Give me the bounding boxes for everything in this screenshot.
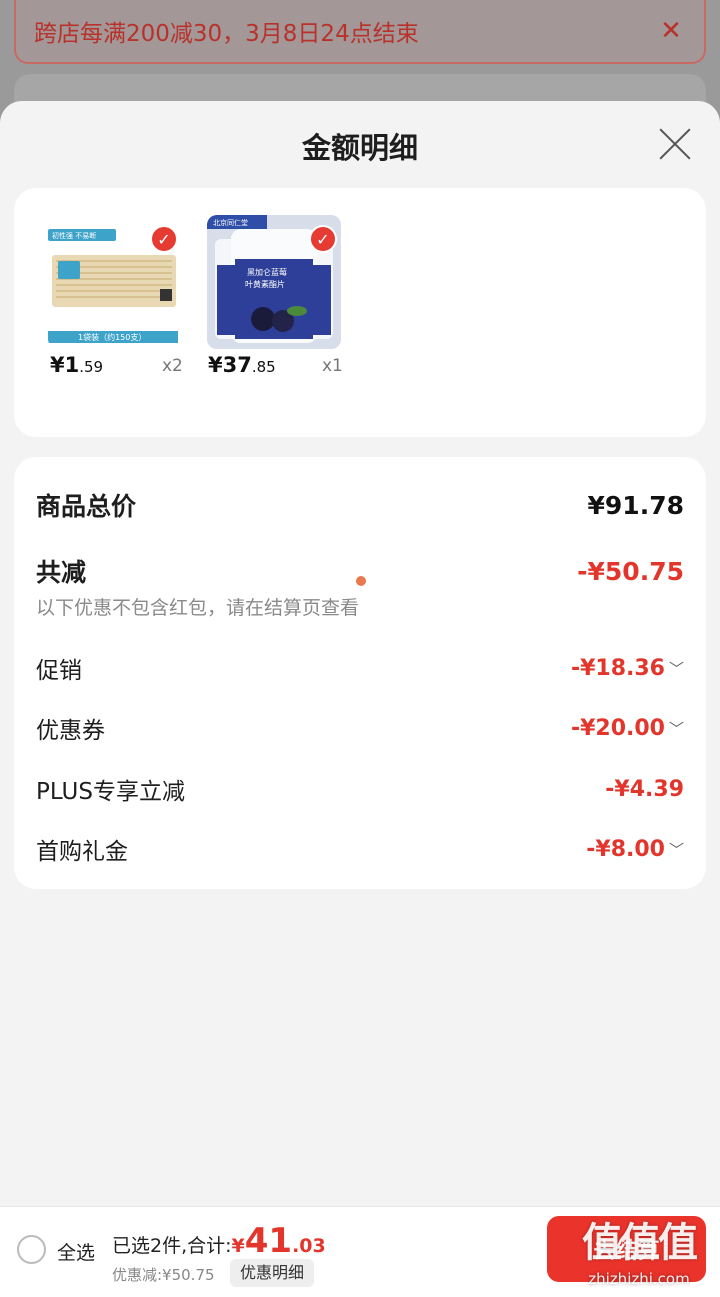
discount-label: 优惠券: [36, 718, 105, 744]
amount-detail-sheet: 金额明细 初性强 不易断 1袋装（约150支） ✓ ¥1.59 x2 北京同仁堂…: [0, 101, 720, 1297]
product-price: ¥1.59: [50, 353, 104, 377]
svg-text:1袋装（约150支）: 1袋装（约150支）: [78, 332, 146, 342]
product-item[interactable]: 北京同仁堂 黑加仑蓝莓 叶黄素酯片 ✓: [207, 215, 347, 349]
discount-label: 首购礼金: [36, 839, 128, 865]
discount-summary: 优惠减:¥50.75: [112, 1266, 215, 1284]
svg-text:初性强 不易断: 初性强 不易断: [52, 231, 96, 240]
sum-currency: ¥: [231, 1235, 245, 1257]
checkmark-icon: ✓: [150, 225, 178, 253]
checkmark-icon: ✓: [309, 225, 337, 253]
total-price-value: ¥91.78: [587, 490, 684, 520]
sum-label: 已选2件,合计:: [112, 1235, 232, 1257]
svg-text:北京同仁堂: 北京同仁堂: [213, 218, 248, 227]
product-image-supplement[interactable]: 北京同仁堂 黑加仑蓝莓 叶黄素酯片 ✓: [207, 215, 341, 349]
discount-label: PLUS专享立减: [36, 779, 185, 805]
product-price: ¥37.85: [208, 353, 276, 377]
select-all-radio[interactable]: [17, 1235, 46, 1264]
product-list: 初性强 不易断 1袋装（约150支） ✓ ¥1.59 x2 北京同仁堂 黑加仑蓝…: [14, 188, 706, 437]
chevron-down-icon: ﹀: [668, 659, 684, 678]
discount-row-plus: PLUS专享立减 -¥4.39: [36, 772, 684, 806]
checkout-button[interactable]: 去结算: [547, 1216, 706, 1282]
loading-dot: [356, 576, 366, 586]
sum-integer: 41: [244, 1221, 293, 1261]
sum-line: 已选2件,合计: ¥ 41 .03: [112, 1221, 326, 1261]
svg-text:黑加仑蓝莓: 黑加仑蓝莓: [247, 267, 287, 277]
checkout-bar: 全选 已选2件,合计: ¥ 41 .03 优惠减:¥50.75 优惠明细 去结算: [0, 1206, 720, 1297]
select-all-label[interactable]: 全选: [57, 1238, 95, 1265]
product-item[interactable]: 初性强 不易断 1袋装（约150支） ✓: [48, 215, 188, 349]
sum-decimal: .03: [292, 1235, 326, 1257]
discount-row-promotion[interactable]: 促销 -¥18.36 ﹀: [36, 651, 684, 685]
discount-detail-button[interactable]: 优惠明细: [230, 1259, 315, 1287]
total-reduction-label: 共减: [36, 558, 87, 587]
product-image-toothpick[interactable]: 初性强 不易断 1袋装（约150支） ✓: [48, 215, 182, 349]
discount-note: 以下优惠不包含红包，请在结算页查看: [36, 597, 360, 619]
discount-value: -¥18.36 ﹀: [570, 655, 684, 681]
product-quantity: x2: [162, 356, 183, 376]
promo-banner-text: 跨店每满200减30，3月8日24点结束: [34, 21, 419, 47]
discount-value: -¥20.00 ﹀: [570, 715, 684, 741]
total-reduction-value: -¥50.75: [577, 556, 684, 586]
amount-detail-card: 商品总价 ¥91.78 共减 -¥50.75 以下优惠不包含红包，请在结算页查看…: [14, 457, 706, 889]
chevron-down-icon: ﹀: [668, 719, 684, 738]
chevron-down-icon: ﹀: [668, 840, 684, 859]
sheet-title: 金额明细: [301, 131, 418, 165]
product-quantity: x1: [322, 356, 343, 376]
discount-label: 促销: [36, 658, 82, 684]
total-price-label: 商品总价: [36, 492, 137, 521]
promo-banner: 跨店每满200减30，3月8日24点结束 ✕: [14, 0, 706, 64]
discount-row-first-purchase[interactable]: 首购礼金 -¥8.00 ﹀: [36, 832, 684, 866]
discount-value: -¥4.39: [605, 776, 684, 802]
total-price-row: 商品总价 ¥91.78: [36, 487, 684, 523]
close-icon[interactable]: [656, 125, 694, 163]
close-icon[interactable]: ✕: [656, 16, 686, 46]
discount-value: -¥8.00 ﹀: [586, 836, 684, 862]
discount-row-coupon[interactable]: 优惠券 -¥20.00 ﹀: [36, 711, 684, 745]
svg-text:叶黄素酯片: 叶黄素酯片: [245, 279, 285, 289]
